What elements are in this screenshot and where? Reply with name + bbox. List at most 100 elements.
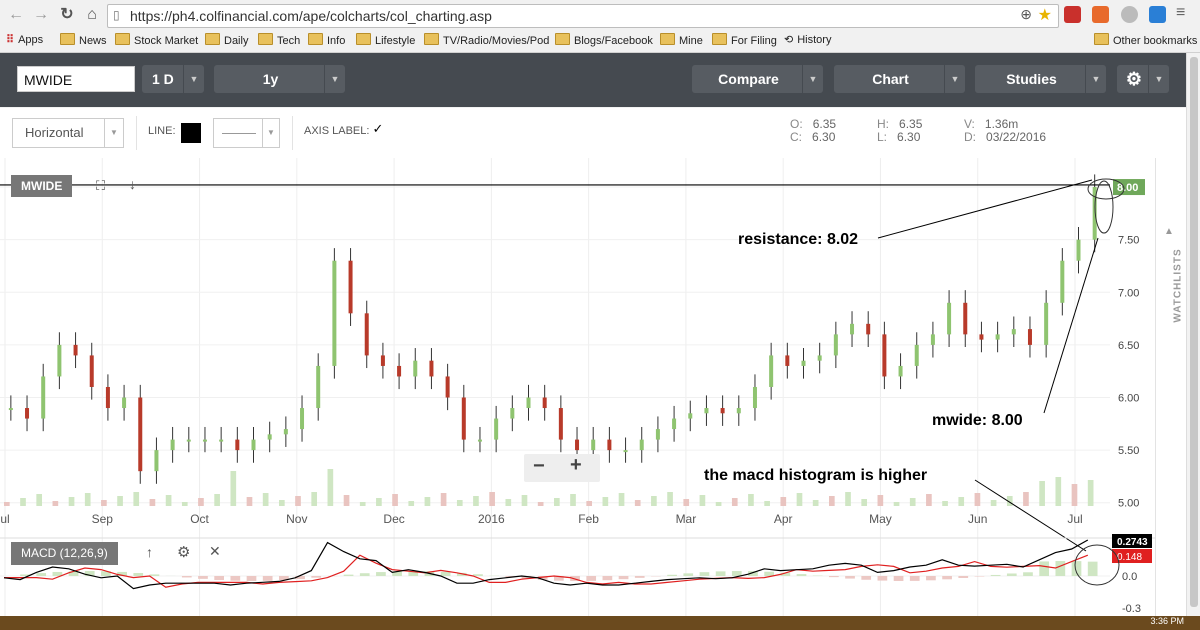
bookmark-stock-market[interactable]: Stock Market (115, 33, 198, 47)
reload-icon[interactable]: ↻ (57, 5, 77, 25)
axis-label-text: AXIS LABEL: (304, 125, 370, 137)
candle-body (25, 408, 30, 419)
macd-histogram-bar (149, 574, 160, 576)
studies-button[interactable]: Studies ▼ (975, 65, 1106, 93)
menu-icon[interactable]: ≡ (1176, 4, 1185, 22)
date-label: D: (964, 130, 976, 144)
arrow-up-icon[interactable]: ↑ (146, 544, 153, 560)
style-dropdown[interactable]: Horizontal ▼ (12, 118, 124, 148)
watchlists-sidebar[interactable]: ▲ WATCHLISTS (1155, 158, 1187, 616)
bookmark-history[interactable]: ⟲ History (784, 33, 831, 46)
candle-body (348, 260, 353, 314)
interval-dropdown[interactable]: 1 D ▼ (142, 65, 204, 93)
macd-histogram-bar (602, 576, 613, 581)
bookmark-apps[interactable]: ⠿ Apps (6, 33, 43, 46)
volume-bar (230, 471, 237, 506)
macd-histogram-bar (440, 571, 451, 576)
bookmark-mine[interactable]: Mine (660, 33, 703, 47)
candle-body (41, 376, 46, 419)
volume-bar (1023, 492, 1029, 506)
candle-body (122, 397, 127, 409)
volume-bar (699, 495, 706, 506)
extension-icon-4[interactable] (1149, 6, 1166, 23)
candle-body (89, 355, 94, 387)
volume-bar (570, 494, 576, 506)
axis-label-checkbox[interactable]: ✓ (371, 122, 385, 136)
folder-icon (60, 33, 75, 45)
taskbar: 3:36 PM (0, 616, 1200, 630)
bookmark-tech[interactable]: Tech (258, 33, 300, 47)
candle-body (461, 397, 466, 440)
candle-body (785, 355, 790, 366)
bookmark-news[interactable]: News (60, 33, 107, 47)
divider (136, 116, 137, 150)
x-tick-label: Nov (286, 512, 307, 526)
zoom-out-button[interactable]: − (533, 455, 545, 478)
chevron-down-icon: ▼ (802, 65, 823, 93)
macd-histogram-bar (909, 576, 920, 581)
candle-body (170, 439, 175, 451)
line-style-preview (222, 133, 256, 134)
fullscreen-icon[interactable]: ⛶ (96, 178, 105, 194)
range-dropdown[interactable]: 1y ▼ (214, 65, 345, 93)
studies-label: Studies (1006, 71, 1057, 87)
volume-bar (408, 501, 415, 506)
volume-bar (505, 499, 512, 506)
bookmark-lifestyle[interactable]: Lifestyle (356, 33, 415, 47)
forward-icon[interactable]: → (31, 5, 51, 25)
line-style-dropdown[interactable]: ▼ (213, 118, 280, 148)
candle-body (413, 360, 418, 377)
address-bar[interactable]: ▯ https://ph4.colfinancial.com/ape/colch… (107, 4, 1059, 28)
page-scrollbar[interactable] (1186, 53, 1200, 616)
candle-body (235, 439, 240, 451)
line-color-swatch[interactable] (181, 123, 201, 143)
bookmark-for-filing[interactable]: For Filing (712, 33, 777, 47)
compare-button[interactable]: Compare ▼ (692, 65, 823, 93)
bookmark-star-icon[interactable]: ★ (1038, 5, 1052, 25)
symbol-input[interactable]: MWIDE (17, 66, 135, 92)
volume-bar (651, 496, 657, 506)
volume-bar (731, 498, 738, 506)
zoom-icon[interactable]: ⊕ (1020, 6, 1032, 23)
price-chart-svg[interactable]: ul Sep Oct Nov Dec 2016 Feb Mar Apr May Jun Jul 8.00… (0, 158, 1155, 616)
chart-type-button[interactable]: Chart ▼ (834, 65, 965, 93)
extension-icon-3[interactable] (1121, 6, 1138, 23)
candle-body (623, 450, 628, 453)
gear-icon[interactable]: ⚙ (177, 543, 190, 561)
scrollbar-thumb[interactable] (1190, 57, 1198, 607)
volume-bar (926, 494, 932, 506)
home-icon[interactable]: ⌂ (82, 5, 102, 25)
folder-icon (660, 33, 675, 45)
volume-bar (796, 493, 803, 506)
y-tick-label: 5.00 (1118, 498, 1139, 510)
volume-bar (586, 501, 593, 506)
extension-icon-2[interactable] (1092, 6, 1109, 23)
symbol-tag: MWIDE (11, 175, 73, 197)
candle-body (283, 429, 288, 435)
close-icon[interactable]: ✕ (209, 543, 221, 560)
line-label: LINE: (148, 125, 176, 137)
candle-body (138, 397, 143, 472)
back-icon[interactable]: ← (6, 5, 26, 25)
bookmark-blogs[interactable]: Blogs/Facebook (555, 33, 653, 47)
extension-icon-1[interactable] (1064, 6, 1081, 23)
annotation-mwide: mwide: 8.00 (932, 412, 1023, 429)
candle-body (979, 334, 984, 340)
close-label: C: (790, 130, 802, 144)
volume-bar (165, 495, 172, 506)
bookmark-info[interactable]: Info (308, 33, 345, 47)
y-tick-label: 7.00 (1118, 287, 1139, 299)
x-tick-label: Jun (968, 512, 987, 526)
macd-y-tick: 0.0 (1122, 571, 1137, 583)
bookmark-other[interactable]: Other bookmarks (1094, 33, 1197, 47)
arrow-down-icon[interactable]: ↓ (129, 176, 136, 192)
candle-body (850, 323, 855, 335)
volume-bar (262, 493, 269, 506)
volume-bar (456, 500, 463, 506)
history-icon: ⟲ (784, 34, 794, 46)
settings-button[interactable]: ⚙ ▼ (1117, 65, 1169, 93)
bookmark-tv[interactable]: TV/Radio/Movies/Pod (424, 33, 549, 47)
zoom-in-button[interactable]: + (570, 454, 582, 477)
bookmark-daily[interactable]: Daily (205, 33, 248, 47)
macd-histogram-bar (1039, 561, 1049, 576)
